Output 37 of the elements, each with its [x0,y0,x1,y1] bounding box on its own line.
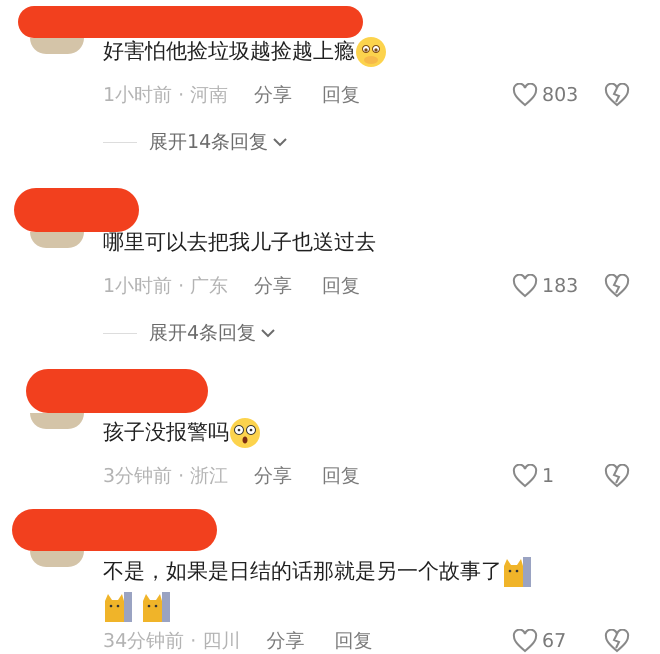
chevron-down-icon [272,137,288,147]
cat-emoji-icon [502,556,532,588]
reply-button[interactable]: 回复 [322,462,360,490]
share-button[interactable]: 分享 [254,462,292,490]
comment-text: 好害怕他捡垃圾越捡越上瘾 [103,38,355,66]
time-location: 3分钟前 · 浙江 [103,464,228,489]
chevron-down-icon [260,328,276,338]
share-button[interactable]: 分享 [266,626,304,654]
like-count: 183 [542,274,580,299]
reply-button[interactable]: 回复 [322,272,360,300]
cat-emoji-icon [103,591,133,623]
comment-text: 哪里可以去把我儿子也送过去 [103,229,376,256]
comment-text: 孩子没报警吗 [103,419,229,446]
heart-icon[interactable] [512,629,538,653]
expand-replies-button[interactable]: 展开14条回复 [149,128,288,156]
time-location: 1小时前 · 河南 [103,82,228,108]
broken-heart-icon[interactable] [604,274,630,298]
time-location: 34分钟前 · 四川 [103,628,240,654]
comment-text: 不是，如果是日结的话那就是另一个故事了 [103,558,502,586]
reply-button[interactable]: 回复 [334,626,372,654]
reply-button[interactable]: 回复 [322,80,360,110]
cat-emoji-icon [141,591,171,623]
expand-replies-button[interactable]: 展开4条回复 [149,318,276,348]
time-location: 1小时前 · 广东 [103,274,228,299]
like-count: 1 [542,464,556,489]
broken-heart-icon[interactable] [604,464,630,488]
heart-icon[interactable] [512,83,538,107]
broken-heart-icon[interactable] [604,629,630,653]
emoji-icon [355,36,387,68]
emoji-icon [229,417,261,449]
like-count: 803 [542,82,580,108]
like-count: 67 [542,628,568,654]
heart-icon[interactable] [512,464,538,488]
share-button[interactable]: 分享 [254,80,292,110]
heart-icon[interactable] [512,274,538,298]
share-button[interactable]: 分享 [254,272,292,300]
broken-heart-icon[interactable] [604,83,630,107]
